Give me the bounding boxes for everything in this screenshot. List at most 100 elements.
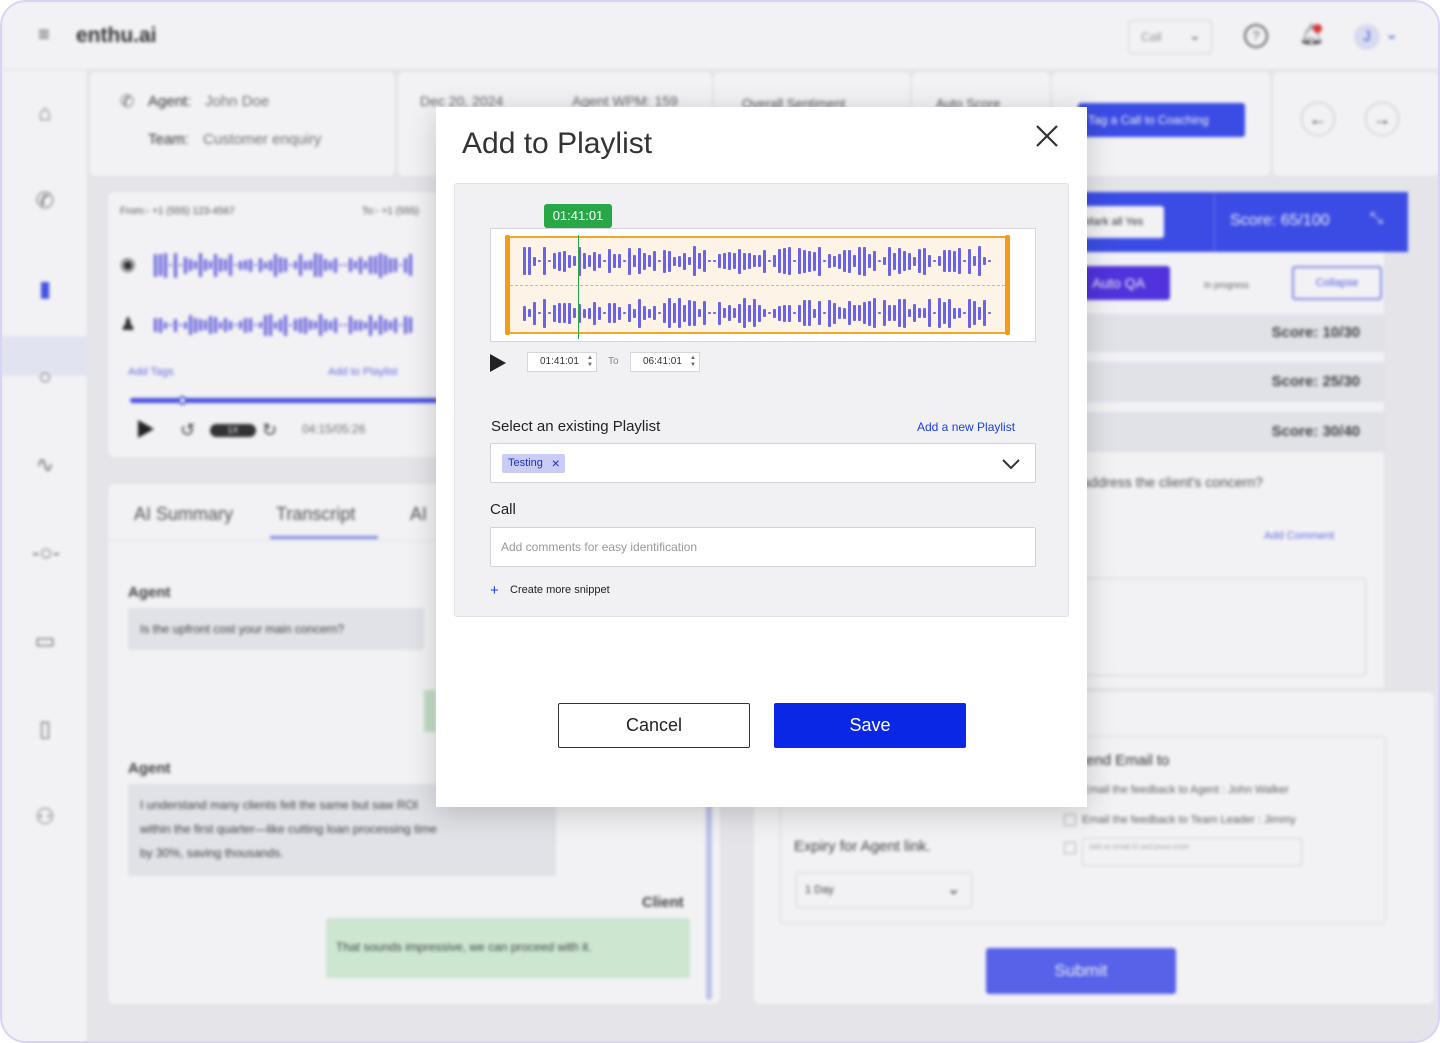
waveform-bar [833,255,836,267]
waveform-bar [933,312,936,314]
waveform-bar [628,247,631,275]
waveform-bar [863,246,866,276]
waveform-bar [533,301,536,325]
waveform-bar [703,250,706,272]
start-time-spinner-icon[interactable]: ▲ ▼ [587,355,593,369]
waveform-bar [808,250,811,272]
waveform-bar [683,304,686,322]
waveform-bar [733,253,736,269]
waveform-bar [598,306,601,320]
waveform-bar [728,252,731,270]
waveform-bar [588,307,591,319]
waveform-bar [548,312,551,314]
waveform-bar [943,302,946,324]
remove-chip-icon[interactable]: × [552,454,560,473]
waveform-bar [638,298,641,328]
end-time-spinner-icon[interactable]: ▲ ▼ [690,355,696,369]
save-button[interactable]: Save [774,703,966,748]
call-label: Call [490,501,516,518]
waveform-bar [898,248,901,274]
waveform-bar [778,305,781,321]
snippet-play-icon[interactable] [490,354,506,372]
snippet-panel: 01:41:01 01:41:01 ▲ ▼ To 06:41:01 ▲ ▼ Se… [454,183,1069,617]
waveform-bar [868,300,871,326]
waveform-bar [533,256,536,266]
waveform-bar [523,247,526,275]
to-label: To [608,356,619,367]
waveform-bar [918,308,921,318]
waveform-bar [648,255,651,267]
waveform-bar [813,251,816,271]
plus-icon[interactable]: + [490,582,499,599]
waveform-bar [878,260,881,262]
waveform-bar [673,256,676,266]
selection-start-handle[interactable] [505,235,510,335]
waveform-bar [723,253,726,269]
waveform-bar [858,305,861,321]
waveform-bar [633,255,636,267]
create-more-snippet-link[interactable]: Create more snippet [510,584,610,596]
waveform-bar [958,308,961,318]
cancel-button[interactable]: Cancel [558,703,750,748]
playlist-select[interactable]: Testing × [490,443,1036,483]
waveform-bar [963,260,966,262]
waveform-bar [773,308,776,318]
waveform-bar [773,255,776,267]
waveform-bar [923,308,926,318]
waveform-bar [943,250,946,272]
waveform-bar [823,260,826,262]
close-icon[interactable] [1034,123,1060,149]
waveform-bar [603,260,606,262]
add-new-playlist-link[interactable]: Add a new Playlist [917,420,1015,434]
waveform-bar [523,305,526,321]
waveform-bar [913,304,916,322]
selection-end-handle[interactable] [1005,235,1010,335]
waveform-bar [788,247,791,275]
modal-title: Add to Playlist [462,127,653,160]
waveform-bar [823,312,826,314]
start-time-input[interactable]: 01:41:01 ▲ ▼ [527,352,597,372]
waveform-bar [863,302,866,324]
waveform-bar [948,298,951,328]
waveform-bar [833,302,836,324]
waveform-bar [558,251,561,271]
waveform-bar [618,254,621,268]
waveform-bar [598,254,601,268]
waveform-bar [748,253,751,269]
waveform-bar [528,309,531,317]
waveform-bar [658,312,661,314]
waveform-bar [928,299,931,327]
waveform-bar [868,254,871,268]
waveform-bar [753,299,756,327]
waveform-bar [818,301,821,325]
waveform-bar [708,312,711,314]
waveform-bar [888,305,891,321]
waveform-bar [538,260,541,262]
comment-input[interactable]: Add comments for easy identification [490,527,1036,567]
waveform-bar [903,298,906,328]
waveform-bar [793,312,796,314]
waveform-bar [873,251,876,271]
waveform-bar [748,304,751,322]
waveform-bar [948,250,951,272]
waveform-selection[interactable] [505,236,1010,334]
waveform-bar [788,304,791,322]
waveform-editor[interactable] [490,228,1036,342]
waveform-bar [883,300,886,326]
waveform-bar [713,260,716,262]
waveform-bar [818,246,821,276]
waveform-centerline [505,285,1010,286]
waveform-bar [933,260,936,262]
waveform-bar [828,299,831,327]
waveform-bar [708,260,711,262]
waveform-bar [653,306,656,320]
waveform-bar [923,247,926,275]
end-time-input[interactable]: 06:41:01 ▲ ▼ [630,352,700,372]
waveform-bar [838,307,841,319]
waveform-bar [918,249,921,273]
chevron-down-icon[interactable] [1001,454,1021,474]
waveform-bar [768,260,771,262]
waveform-bar [938,298,941,328]
waveform-bar [968,298,971,328]
waveform-bar [848,301,851,325]
